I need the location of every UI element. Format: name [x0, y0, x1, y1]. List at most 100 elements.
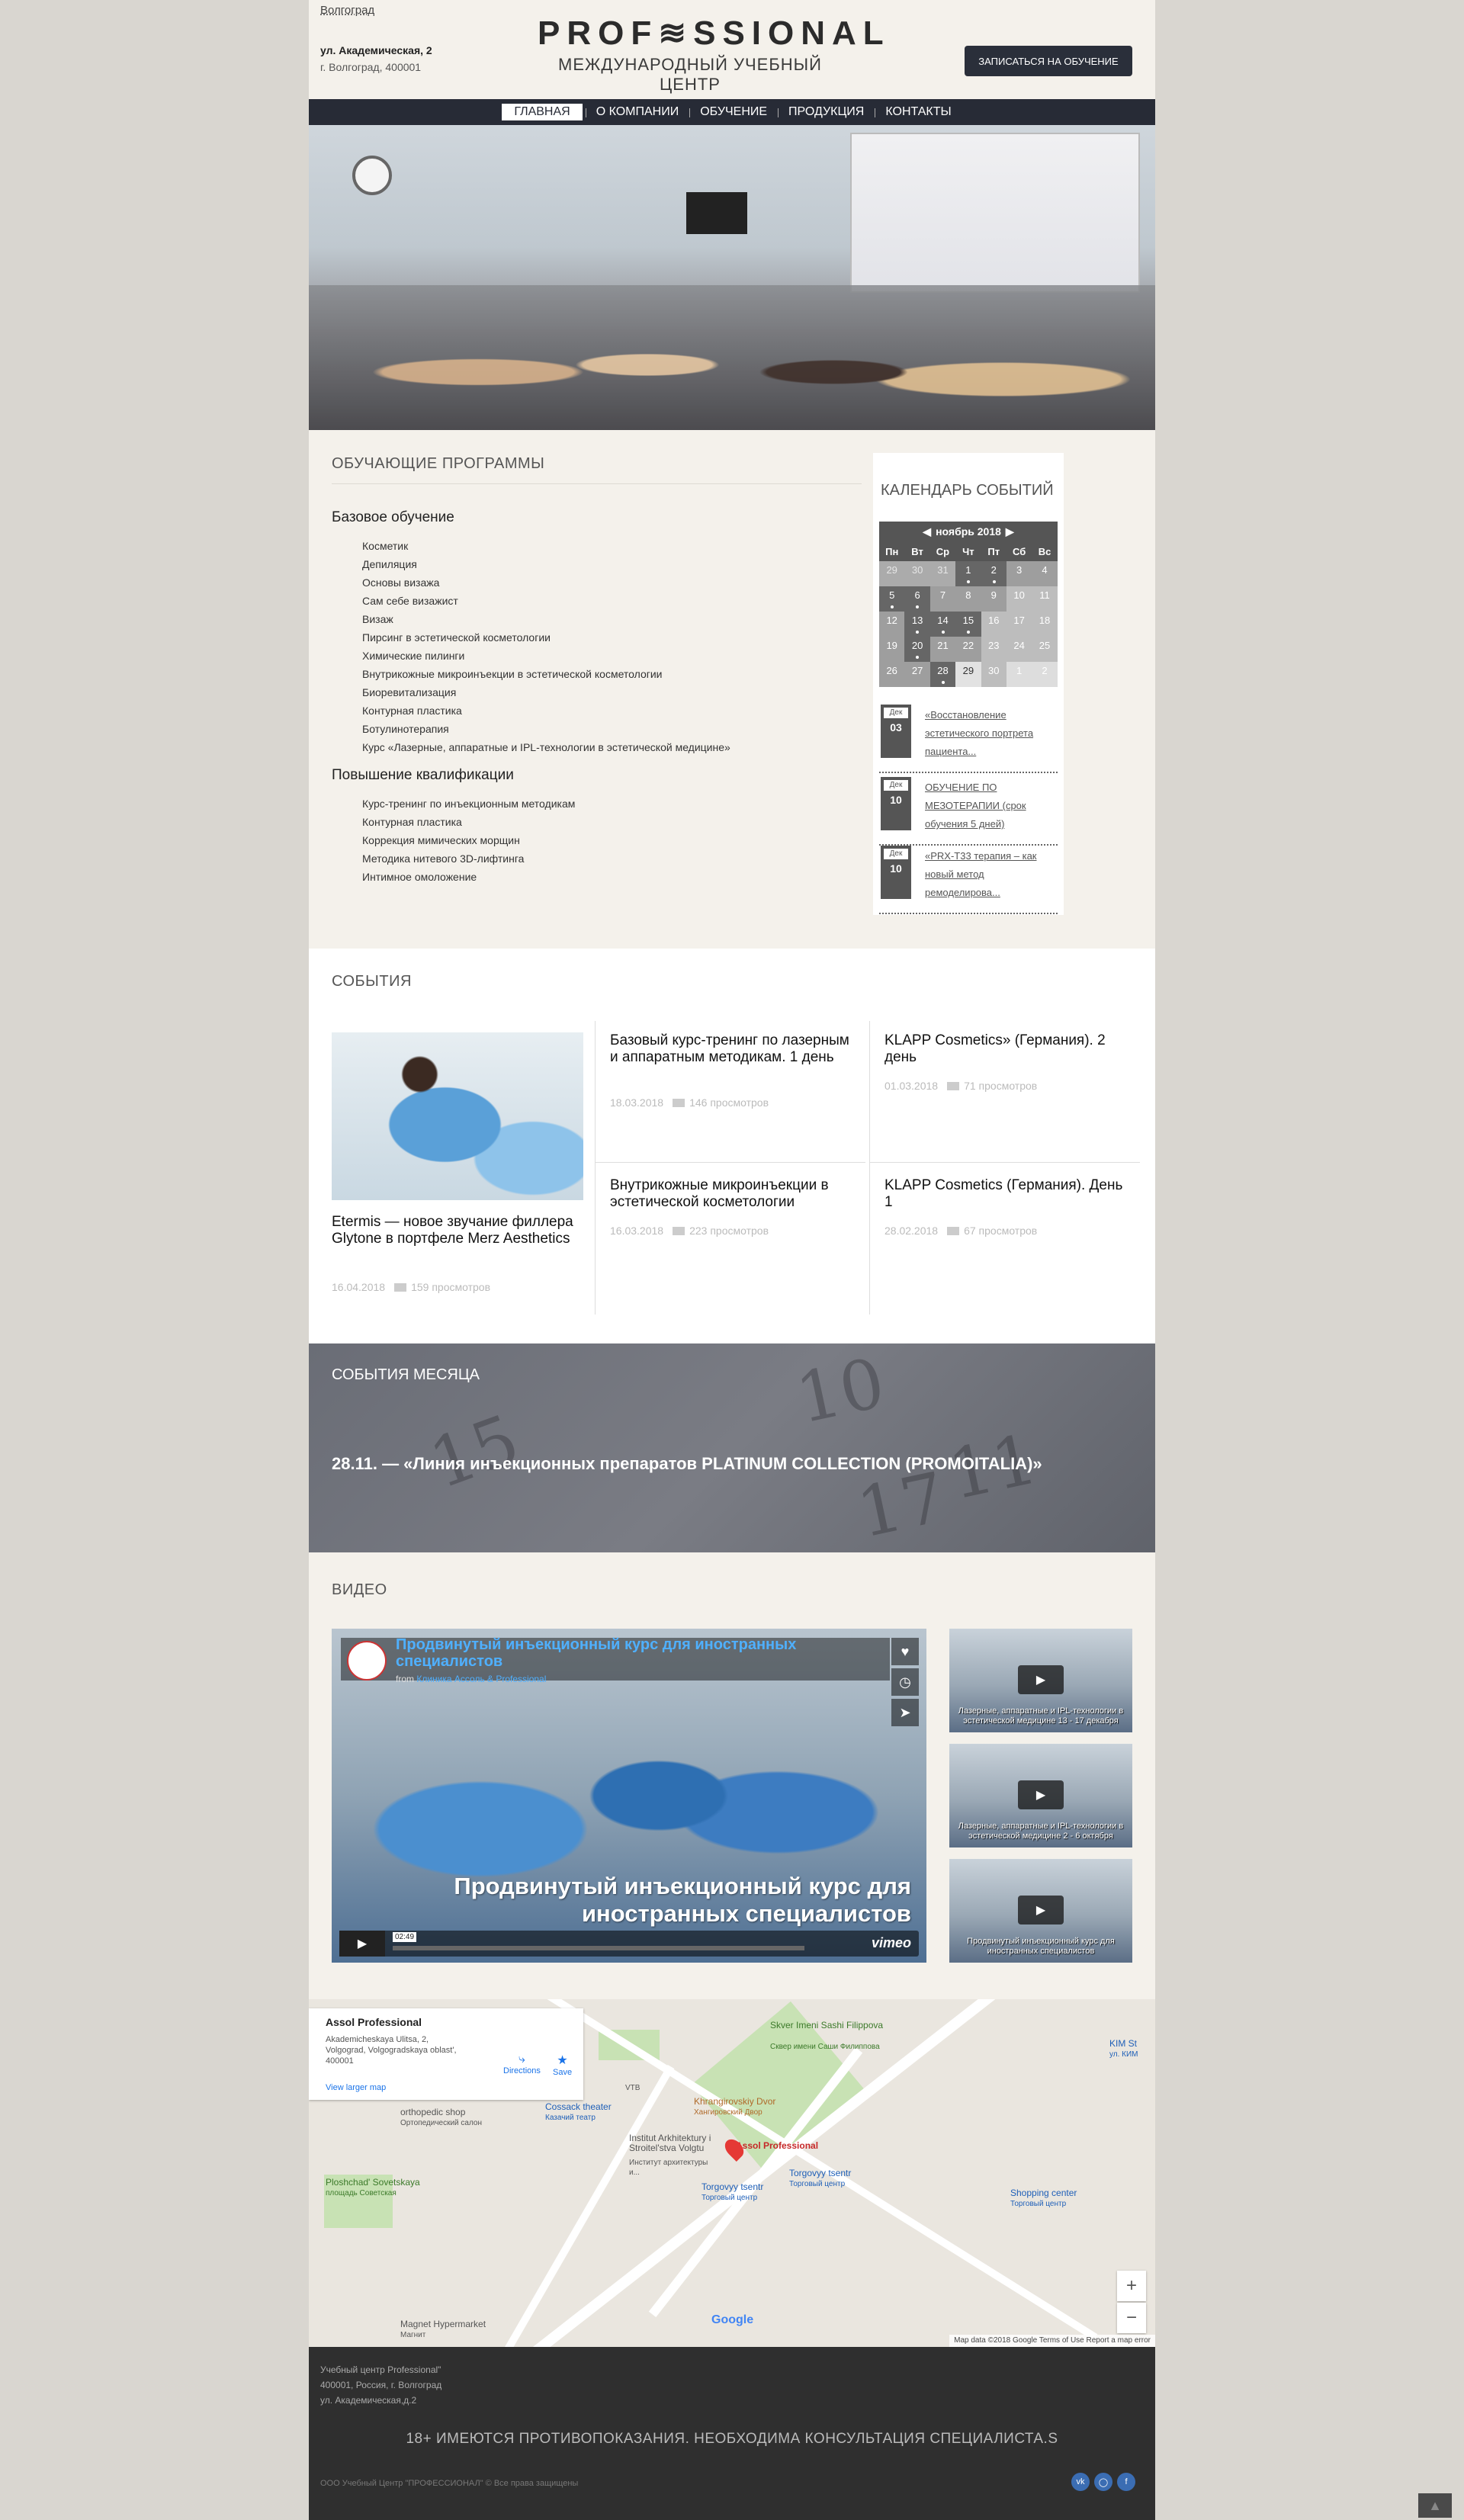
- vimeo-logo[interactable]: vimeo: [872, 1935, 911, 1951]
- calendar-day[interactable]: 30: [981, 662, 1006, 687]
- event-title[interactable]: Внутрикожные микроинъекции в эстетическо…: [610, 1177, 862, 1211]
- video-thumbnail[interactable]: ▶ Лазерные, аппаратные и IPL-технологии …: [949, 1629, 1132, 1732]
- calendar-day[interactable]: 26: [879, 662, 905, 687]
- nav-item-contacts[interactable]: КОНТАКТЫ: [875, 105, 962, 119]
- author-link[interactable]: Клиника Ассоль & Professional: [416, 1674, 546, 1684]
- map-pin-label[interactable]: Assol Professional: [736, 2141, 818, 2151]
- calendar-day[interactable]: 7: [929, 586, 956, 612]
- program-link[interactable]: Курс «Лазерные, аппаратные и IPL-техноло…: [362, 738, 730, 756]
- calendar-day[interactable]: 8: [955, 586, 981, 612]
- calendar-day[interactable]: 3: [1006, 561, 1032, 586]
- play-icon[interactable]: ▶: [1018, 1665, 1064, 1694]
- program-link[interactable]: Пирсинг в эстетической косметологии: [362, 628, 730, 647]
- arrow-left-icon[interactable]: ◀: [923, 525, 931, 538]
- vk-icon[interactable]: vk: [1071, 2473, 1090, 2491]
- calendar-day[interactable]: 28: [929, 662, 956, 687]
- program-link[interactable]: Сам себе визажист: [362, 592, 730, 610]
- program-link[interactable]: Контурная пластика: [362, 813, 575, 831]
- save-button[interactable]: ★ Save: [553, 2053, 572, 2077]
- calendar-day[interactable]: 16: [981, 612, 1006, 637]
- calendar-day-today[interactable]: 29: [955, 662, 981, 687]
- calendar-day[interactable]: 12: [879, 612, 905, 637]
- program-link[interactable]: Биоревитализация: [362, 683, 730, 701]
- calendar-day[interactable]: 2: [1032, 662, 1058, 687]
- calendar-day[interactable]: 25: [1032, 637, 1058, 662]
- calendar-day[interactable]: 31: [929, 561, 956, 586]
- calendar-day[interactable]: 17: [1006, 612, 1032, 637]
- channel-avatar[interactable]: [347, 1641, 387, 1681]
- calendar-day[interactable]: 21: [929, 637, 956, 662]
- program-link[interactable]: Ботулинотерапия: [362, 720, 730, 738]
- zoom-in-icon[interactable]: +: [1117, 2271, 1146, 2301]
- nav-item-training[interactable]: ОБУЧЕНИЕ: [689, 105, 778, 119]
- video-thumbnail[interactable]: ▶ Продвинутый инъекционный курс для инос…: [949, 1859, 1132, 1963]
- calendar-day[interactable]: 14: [929, 612, 956, 637]
- event-title[interactable]: Базовый курс-тренинг по лазерным и аппар…: [610, 1032, 854, 1066]
- program-link[interactable]: Коррекция мимических морщин: [362, 831, 575, 849]
- month-event-link[interactable]: 28.11. — «Линия инъекционных препаратов …: [332, 1454, 1042, 1474]
- nav-item-company[interactable]: О КОМПАНИИ: [585, 105, 690, 119]
- event-image[interactable]: [332, 1032, 583, 1200]
- program-link[interactable]: Химические пилинги: [362, 647, 730, 665]
- instagram-icon[interactable]: ◯: [1094, 2473, 1112, 2491]
- calendar-day[interactable]: 20: [904, 637, 930, 662]
- program-link[interactable]: Методика нитевого 3D-лифтинга: [362, 849, 575, 868]
- view-larger-map-link[interactable]: View larger map: [326, 2083, 386, 2092]
- event-title[interactable]: KLAPP Cosmetics» (Германия). 2 день: [884, 1032, 1128, 1066]
- heart-icon[interactable]: ♥: [891, 1638, 919, 1665]
- video-thumbnail[interactable]: ▶ Лазерные, аппаратные и IPL-технологии …: [949, 1744, 1132, 1847]
- program-link[interactable]: Внутрикожные микроинъекции в эстетическо…: [362, 665, 730, 683]
- location-map[interactable]: Skver Imeni Sashi Filippova Сквер имени …: [309, 1999, 1155, 2347]
- zoom-out-icon[interactable]: −: [1117, 2303, 1146, 2333]
- calendar-day[interactable]: 18: [1032, 612, 1058, 637]
- calendar-day[interactable]: 13: [904, 612, 930, 637]
- share-icon[interactable]: ➤: [891, 1699, 919, 1726]
- program-link[interactable]: Интимное омоложение: [362, 868, 575, 886]
- enroll-button[interactable]: ЗАПИСАТЬСЯ НА ОБУЧЕНИЕ: [965, 46, 1132, 76]
- calendar-day[interactable]: 2: [981, 561, 1006, 586]
- calendar-day[interactable]: 15: [955, 612, 981, 637]
- calendar-day[interactable]: 27: [904, 662, 930, 687]
- calendar-day[interactable]: 23: [981, 637, 1006, 662]
- calendar-day[interactable]: 11: [1032, 586, 1058, 612]
- arrow-right-icon[interactable]: ▶: [1006, 525, 1014, 538]
- facebook-icon[interactable]: f: [1117, 2473, 1135, 2491]
- calendar-day[interactable]: 29: [879, 561, 905, 586]
- calendar-day[interactable]: 4: [1032, 561, 1058, 586]
- play-icon[interactable]: ▶: [1018, 1896, 1064, 1925]
- program-link[interactable]: Курс-тренинг по инъекционным методикам: [362, 795, 575, 813]
- calendar-day[interactable]: 10: [1006, 586, 1032, 612]
- video-title-link[interactable]: Продвинутый инъекционный курс для иностр…: [396, 1636, 823, 1670]
- calendar-day[interactable]: 22: [955, 637, 981, 662]
- calendar-event[interactable]: Дек 03 «Восстановление эстетического пор…: [879, 705, 1058, 773]
- calendar-day[interactable]: 19: [879, 637, 905, 662]
- site-logo[interactable]: PROF≋SSIONAL МЕЖДУНАРОДНЫЙ УЧЕБНЫЙ ЦЕНТР: [538, 14, 884, 95]
- calendar-day[interactable]: 9: [981, 586, 1006, 612]
- calendar-day[interactable]: 5: [879, 586, 905, 612]
- calendar-day[interactable]: 1: [955, 561, 981, 586]
- directions-button[interactable]: ⤷ Directions: [503, 2053, 541, 2075]
- event-link[interactable]: «Восстановление эстетического портрета п…: [925, 706, 1055, 761]
- map-footer[interactable]: Map data ©2018 Google Terms of Use Repor…: [949, 2335, 1155, 2347]
- event-title[interactable]: Etermis — новое звучание филлера Glytone…: [332, 1214, 583, 1247]
- event-title[interactable]: KLAPP Cosmetics (Германия). День 1: [884, 1177, 1128, 1211]
- program-link[interactable]: Депиляция: [362, 555, 730, 573]
- calendar-day[interactable]: 24: [1006, 637, 1032, 662]
- nav-item-products[interactable]: ПРОДУКЦИЯ: [778, 105, 875, 119]
- play-icon[interactable]: ▶: [339, 1931, 385, 1957]
- city-selector[interactable]: Волгоград: [320, 4, 374, 17]
- calendar-event[interactable]: Дек 10 ОБУЧЕНИЕ ПО МЕЗОТЕРАПИИ (срок обу…: [879, 777, 1058, 846]
- program-link[interactable]: Визаж: [362, 610, 730, 628]
- play-icon[interactable]: ▶: [1018, 1780, 1064, 1809]
- program-link[interactable]: Основы визажа: [362, 573, 730, 592]
- program-link[interactable]: Косметик: [362, 537, 730, 555]
- main-video-player[interactable]: Продвинутый инъекционный курс для иностр…: [332, 1629, 926, 1963]
- video-progress-bar[interactable]: [393, 1946, 804, 1950]
- calendar-day[interactable]: 1: [1006, 662, 1032, 687]
- calendar-event[interactable]: Дек 10 «PRX-T33 терапия – как новый мето…: [879, 846, 1058, 914]
- program-link[interactable]: Контурная пластика: [362, 701, 730, 720]
- calendar-day[interactable]: 30: [904, 561, 930, 586]
- nav-item-home[interactable]: ГЛАВНАЯ: [502, 104, 583, 120]
- calendar-day[interactable]: 6: [904, 586, 930, 612]
- event-link[interactable]: ОБУЧЕНИЕ ПО МЕЗОТЕРАПИИ (срок обучения 5…: [925, 778, 1055, 833]
